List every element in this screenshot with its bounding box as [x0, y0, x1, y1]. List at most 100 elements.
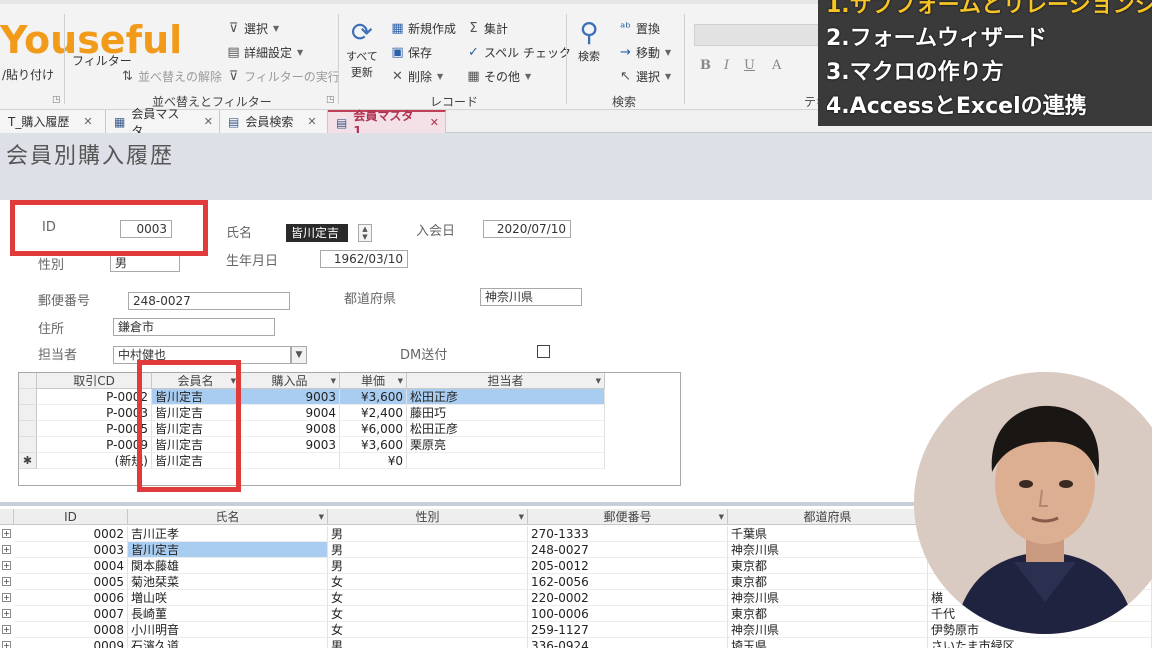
cell-name[interactable]: 長崎菫 [128, 606, 328, 622]
cell-item[interactable]: 9003 [240, 437, 340, 453]
cell-postal[interactable]: 220-0002 [528, 590, 728, 606]
cell-gender[interactable]: 男 [328, 558, 528, 574]
cell-gender[interactable]: 女 [328, 606, 528, 622]
row-selector[interactable] [19, 389, 37, 405]
name-spinner[interactable]: ▲ ▼ [358, 224, 372, 242]
table-row[interactable]: P-0003 皆川定吉 9004 ¥2,400 藤田巧 [19, 405, 680, 421]
select-all-corner[interactable] [0, 509, 14, 525]
cell-name[interactable]: 菊池栞菜 [128, 574, 328, 590]
more-button[interactable]: ▦ その他 ▼ [466, 68, 531, 85]
postal-field[interactable]: 248-0027 [128, 292, 290, 310]
cell-id[interactable]: 0006 [14, 590, 128, 606]
cell-price[interactable]: ¥2,400 [340, 405, 407, 421]
delete-record-button[interactable]: ✕ 削除 ▼ [390, 68, 443, 85]
cell-code[interactable]: (新規) [37, 453, 152, 469]
cell-prefecture[interactable]: 東京都 [728, 606, 928, 622]
cell-price[interactable]: ¥3,600 [340, 437, 407, 453]
cell-postal[interactable]: 205-0012 [528, 558, 728, 574]
filter-button[interactable]: フィルター [72, 52, 132, 69]
cell-prefecture[interactable]: 神奈川県 [728, 590, 928, 606]
cell-staff[interactable] [407, 453, 605, 469]
cell-prefecture[interactable]: 東京都 [728, 558, 928, 574]
table-row[interactable]: P-0005 皆川定吉 9008 ¥6,000 松田正彦 [19, 421, 680, 437]
clipboard-launcher-icon[interactable]: ◳ [52, 95, 61, 105]
cell-price[interactable]: ¥3,600 [340, 389, 407, 405]
cell-name[interactable]: 増山咲 [128, 590, 328, 606]
paste-button[interactable]: /貼り付け [2, 66, 54, 83]
underline-button[interactable]: U [744, 58, 755, 73]
cell-code[interactable]: P-0003 [37, 405, 152, 421]
cell-id[interactable]: 0007 [14, 606, 128, 622]
select-button[interactable]: ↖ 選択 ▼ [618, 68, 671, 85]
birth-date-field[interactable]: 1962/03/10 [320, 250, 408, 268]
cell-price[interactable]: ¥0 [340, 453, 407, 469]
font-color-button[interactable]: A [772, 58, 781, 73]
join-date-field[interactable]: 2020/07/10 [483, 220, 571, 238]
cell-item[interactable] [240, 453, 340, 469]
totals-button[interactable]: Σ 集計 [466, 20, 508, 37]
table-row[interactable]: P-0009 皆川定吉 9003 ¥3,600 栗原亮 [19, 437, 680, 453]
cell-id[interactable]: 0002 [14, 526, 128, 542]
gender-field[interactable]: 男 [110, 254, 180, 272]
chevron-down-icon[interactable]: ▼ [719, 509, 724, 524]
cell-gender[interactable]: 男 [328, 638, 528, 648]
prefecture-field[interactable]: 神奈川県 [480, 288, 582, 306]
expand-plus-icon[interactable]: + [2, 545, 11, 554]
chevron-down-icon[interactable]: ▼ [291, 346, 307, 364]
cell-prefecture[interactable]: 東京都 [728, 574, 928, 590]
cell-id[interactable]: 0008 [14, 622, 128, 638]
row-selector[interactable] [19, 421, 37, 437]
cell-id[interactable]: 0004 [14, 558, 128, 574]
close-icon[interactable]: ✕ [430, 116, 439, 129]
toggle-filter-button[interactable]: ⊽ フィルターの実行 [226, 68, 340, 85]
replace-button[interactable]: ᵃᵇ 置換 [618, 20, 660, 37]
col-header-price[interactable]: 単価 ▼ [340, 373, 407, 389]
cell-gender[interactable]: 女 [328, 622, 528, 638]
chevron-down-icon[interactable]: ▼ [519, 509, 524, 524]
cell-code[interactable]: P-0005 [37, 421, 152, 437]
advanced-filter-button[interactable]: ▤ 詳細設定 ▼ [226, 44, 303, 61]
row-selector[interactable] [19, 437, 37, 453]
expand-plus-icon[interactable]: + [2, 529, 11, 538]
table-row[interactable]: + 0008 小川明音 女 259-1127 神奈川県 伊勢原市 [0, 622, 1152, 638]
cell-code[interactable]: P-0002 [37, 389, 152, 405]
table-row[interactable]: P-0002 皆川定吉 9003 ¥3,600 松田正彦 [19, 389, 680, 405]
tab-member-search[interactable]: ▤ 会員検索 ✕ [220, 110, 328, 133]
cell-item[interactable]: 9004 [240, 405, 340, 421]
dm-checkbox[interactable] [537, 345, 550, 358]
col-header-postal[interactable]: 郵便番号 ▼ [528, 509, 728, 525]
cell-name[interactable]: 小川明音 [128, 622, 328, 638]
cell-staff[interactable]: 松田正彦 [407, 421, 605, 437]
cell-staff[interactable]: 松田正彦 [407, 389, 605, 405]
close-icon[interactable]: ✕ [83, 115, 92, 128]
chevron-down-icon[interactable]: ▼ [398, 373, 403, 388]
cell-prefecture[interactable]: 埼玉県 [728, 638, 928, 648]
cell-prefecture[interactable]: 千葉県 [728, 526, 928, 542]
save-record-button[interactable]: ▣ 保存 [390, 44, 432, 61]
cell-postal[interactable]: 336-0924 [528, 638, 728, 648]
cell-staff[interactable]: 栗原亮 [407, 437, 605, 453]
cell-postal[interactable]: 162-0056 [528, 574, 728, 590]
tab-member-master[interactable]: ▦ 会員マスタ ✕ [106, 107, 220, 138]
expand-plus-icon[interactable]: + [2, 609, 11, 618]
expand-plus-icon[interactable]: + [2, 641, 11, 648]
cell-gender[interactable]: 女 [328, 574, 528, 590]
cell-name[interactable]: 関本藤雄 [128, 558, 328, 574]
cell-price[interactable]: ¥6,000 [340, 421, 407, 437]
cell-name[interactable]: 皆川定吉 [128, 542, 328, 558]
cell-item[interactable]: 9008 [240, 421, 340, 437]
cell-item[interactable]: 9003 [240, 389, 340, 405]
sort-filter-launcher-icon[interactable]: ◳ [326, 95, 335, 105]
col-header-id[interactable]: ID [14, 509, 128, 525]
cell-postal[interactable]: 100-0006 [528, 606, 728, 622]
close-icon[interactable]: ✕ [204, 115, 213, 128]
address-field[interactable]: 鎌倉市 [113, 318, 275, 336]
chevron-down-icon[interactable]: ▼ [596, 373, 601, 388]
select-all-corner[interactable] [19, 373, 37, 389]
col-header-prefecture[interactable]: 都道府県 [728, 509, 928, 525]
chevron-down-icon[interactable]: ▼ [319, 509, 324, 524]
cell-name[interactable]: 石濱久道 [128, 638, 328, 648]
expand-plus-icon[interactable]: + [2, 577, 11, 586]
new-record-row[interactable]: ✱ (新規) 皆川定吉 ¥0 [19, 453, 680, 469]
cell-staff[interactable]: 藤田巧 [407, 405, 605, 421]
